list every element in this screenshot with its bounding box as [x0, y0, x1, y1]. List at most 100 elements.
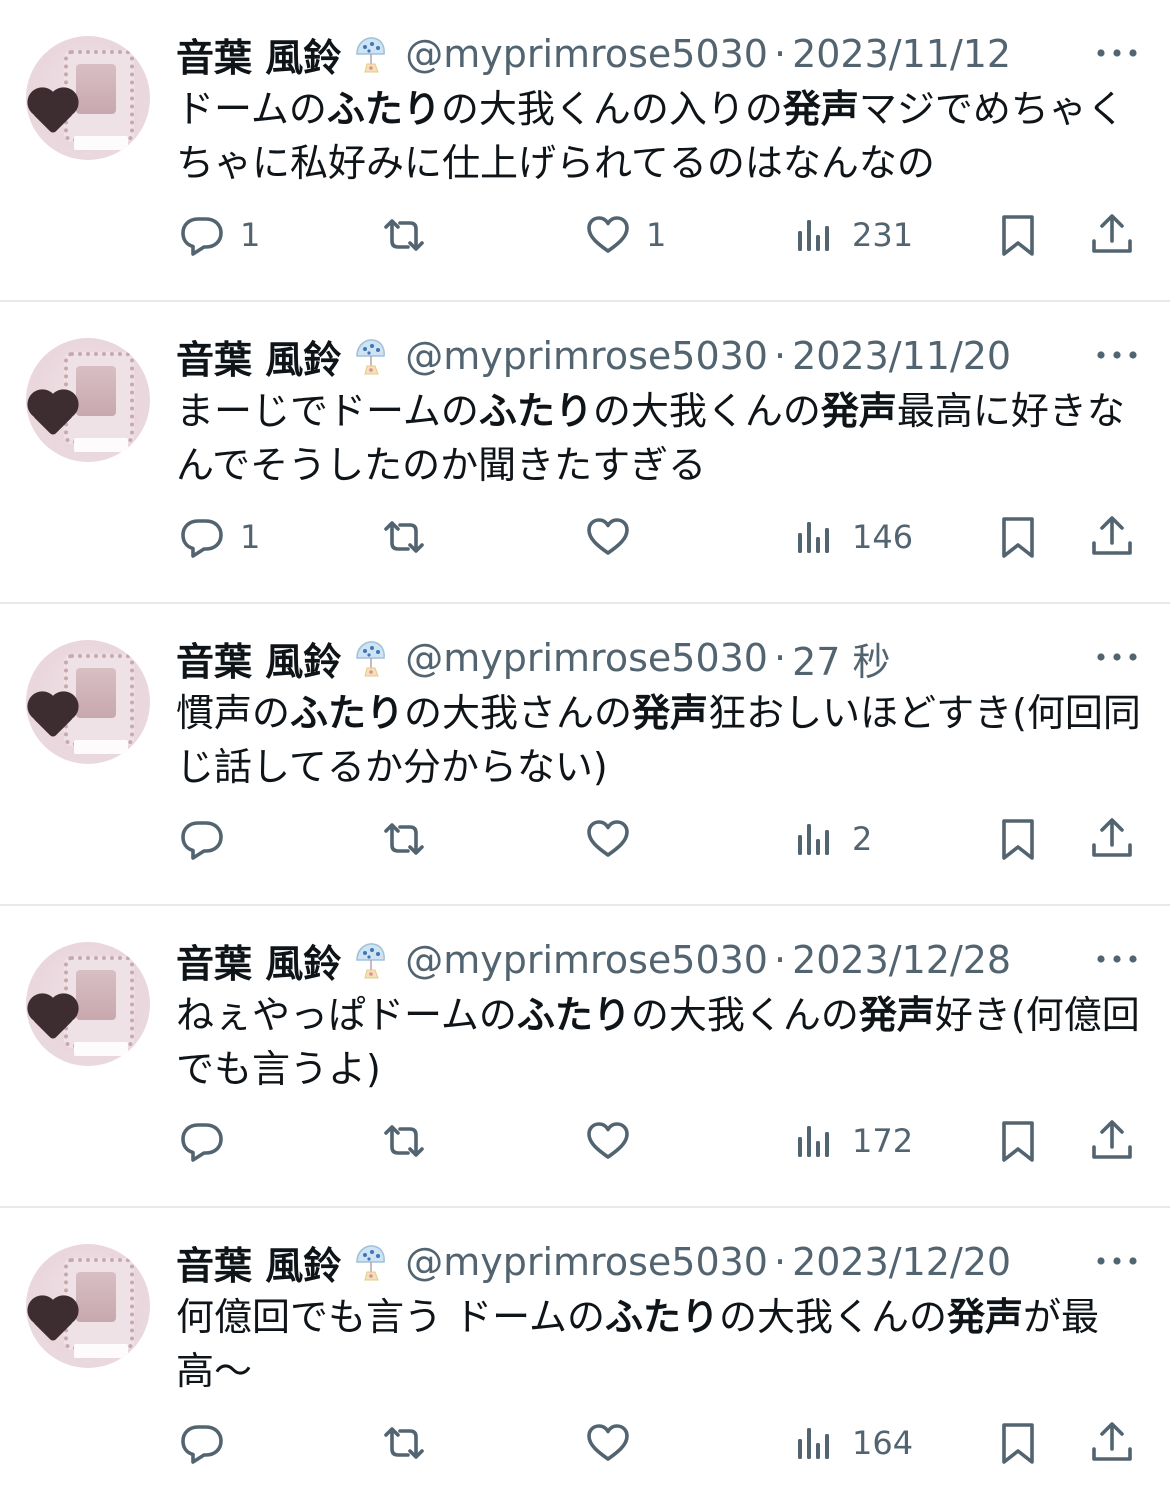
- text-part-bold: ふたり: [478, 389, 593, 433]
- tweet[interactable]: 音葉 風鈴 @myprimrose5030 · 2023/11/20 まーじでド…: [0, 302, 1170, 604]
- heart-icon: [584, 1117, 632, 1165]
- text-part: の大我くんの入りの: [440, 87, 783, 131]
- retweet-button[interactable]: [380, 507, 442, 567]
- share-upload-icon: [1088, 1117, 1136, 1165]
- views-button[interactable]: 2: [790, 809, 872, 869]
- more-dots-icon[interactable]: [1094, 642, 1140, 672]
- views-button[interactable]: 172: [790, 1111, 913, 1171]
- bar-chart-icon: [790, 513, 838, 561]
- bookmark-button[interactable]: [994, 1111, 1042, 1171]
- tweet-header: 音葉 風鈴 @myprimrose5030 · 2023/12/20: [176, 1236, 1140, 1288]
- text-part: の大我くんの: [630, 993, 859, 1037]
- user-handle[interactable]: @myprimrose5030: [405, 32, 768, 76]
- more-dots-icon[interactable]: [1094, 1246, 1140, 1276]
- text-part-bold: 発声: [946, 1295, 1023, 1339]
- repost-arrows-icon: [380, 211, 428, 259]
- like-button[interactable]: [584, 809, 646, 869]
- views-button[interactable]: 146: [790, 507, 913, 567]
- retweet-button[interactable]: [380, 1111, 442, 1171]
- like-count: 1: [646, 216, 667, 254]
- bookmark-button[interactable]: [994, 205, 1042, 265]
- tweet-text: 慣声のふたりの大我さんの発声狂おしいほどすき(何回同じ話してるか分からない): [176, 686, 1146, 794]
- repost-arrows-icon: [380, 513, 428, 561]
- repost-arrows-icon: [380, 1419, 428, 1467]
- text-part: 慣声の: [176, 691, 291, 735]
- text-part: の大我くんの: [718, 1295, 947, 1339]
- views-button[interactable]: 164: [790, 1413, 913, 1473]
- retweet-button[interactable]: [380, 205, 442, 265]
- user-handle[interactable]: @myprimrose5030: [405, 938, 768, 982]
- avatar-photo: [76, 970, 116, 1020]
- text-part-bold: 発声: [632, 691, 709, 735]
- bookmark-button[interactable]: [994, 1413, 1042, 1473]
- avatar[interactable]: [26, 36, 150, 160]
- display-name[interactable]: 音葉 風鈴: [176, 27, 341, 82]
- more-dots-icon[interactable]: [1094, 38, 1140, 68]
- avatar-card: [74, 438, 128, 452]
- reply-button[interactable]: 1: [178, 507, 260, 567]
- display-name[interactable]: 音葉 風鈴: [176, 631, 341, 686]
- timestamp[interactable]: 2023/11/20: [792, 334, 1011, 378]
- bar-chart-icon: [790, 211, 838, 259]
- share-button[interactable]: [1088, 205, 1136, 265]
- tweet[interactable]: 音葉 風鈴 @myprimrose5030 · 2023/12/28 ねぇやっぱ…: [0, 906, 1170, 1208]
- text-part-bold: ふたり: [290, 691, 405, 735]
- share-button[interactable]: [1088, 1111, 1136, 1171]
- user-handle[interactable]: @myprimrose5030: [405, 1240, 768, 1284]
- retweet-button[interactable]: [380, 1413, 442, 1473]
- tweet-header: 音葉 風鈴 @myprimrose5030 · 27 秒: [176, 632, 1140, 684]
- user-handle[interactable]: @myprimrose5030: [405, 636, 768, 680]
- avatar[interactable]: [26, 942, 150, 1066]
- avatar[interactable]: [26, 1244, 150, 1368]
- reply-button[interactable]: [178, 1111, 240, 1171]
- more-dots-icon[interactable]: [1094, 944, 1140, 974]
- avatar-card: [74, 136, 128, 150]
- bookmark-icon: [994, 815, 1042, 863]
- tweet[interactable]: 音葉 風鈴 @myprimrose5030 · 27 秒 慣声のふたりの大我さん…: [0, 604, 1170, 906]
- display-name[interactable]: 音葉 風鈴: [176, 1235, 341, 1290]
- timestamp[interactable]: 27 秒: [792, 631, 890, 686]
- tweet[interactable]: 音葉 風鈴 @myprimrose5030 · 2023/12/20 何億回でも…: [0, 1208, 1170, 1510]
- like-button[interactable]: [584, 507, 646, 567]
- reply-count: 1: [240, 518, 261, 556]
- timestamp[interactable]: 2023/12/28: [792, 938, 1011, 982]
- repost-arrows-icon: [380, 1117, 428, 1165]
- avatar-card: [74, 1042, 128, 1056]
- share-button[interactable]: [1088, 809, 1136, 869]
- display-name[interactable]: 音葉 風鈴: [176, 329, 341, 384]
- like-button[interactable]: [584, 1111, 646, 1171]
- bar-chart-icon: [790, 1419, 838, 1467]
- tweet[interactable]: 音葉 風鈴 @myprimrose5030 · 2023/11/12 ドームのふ…: [0, 0, 1170, 302]
- avatar[interactable]: [26, 640, 150, 764]
- share-button[interactable]: [1088, 1413, 1136, 1473]
- heart-icon: [584, 513, 632, 561]
- display-name[interactable]: 音葉 風鈴: [176, 933, 341, 988]
- timestamp[interactable]: 2023/11/12: [792, 32, 1011, 76]
- share-button[interactable]: [1088, 507, 1136, 567]
- bookmark-icon: [994, 513, 1042, 561]
- text-part: ねぇやっぱドームの: [176, 993, 517, 1037]
- text-part-bold: ふたり: [604, 1295, 719, 1339]
- action-bar: 2: [0, 809, 1170, 869]
- wind-chime-emoji-icon: [351, 34, 391, 74]
- bookmark-button[interactable]: [994, 507, 1042, 567]
- avatar-photo: [76, 64, 116, 114]
- speech-bubble-icon: [178, 211, 226, 259]
- timestamp[interactable]: 2023/12/20: [792, 1240, 1011, 1284]
- retweet-button[interactable]: [380, 809, 442, 869]
- bookmark-button[interactable]: [994, 809, 1042, 869]
- tweet-header: 音葉 風鈴 @myprimrose5030 · 2023/11/20: [176, 330, 1140, 382]
- like-button[interactable]: [584, 1413, 646, 1473]
- tweet-header: 音葉 風鈴 @myprimrose5030 · 2023/11/12: [176, 28, 1140, 80]
- like-button[interactable]: 1: [584, 205, 666, 265]
- repost-arrows-icon: [380, 815, 428, 863]
- avatar[interactable]: [26, 338, 150, 462]
- more-dots-icon[interactable]: [1094, 340, 1140, 370]
- avatar-photo: [76, 668, 116, 718]
- reply-button[interactable]: [178, 1413, 240, 1473]
- reply-button[interactable]: [178, 809, 240, 869]
- user-handle[interactable]: @myprimrose5030: [405, 334, 768, 378]
- views-button[interactable]: 231: [790, 205, 913, 265]
- tweet-text: ねぇやっぱドームのふたりの大我くんの発声好き(何億回でも言うよ): [176, 988, 1146, 1096]
- reply-button[interactable]: 1: [178, 205, 260, 265]
